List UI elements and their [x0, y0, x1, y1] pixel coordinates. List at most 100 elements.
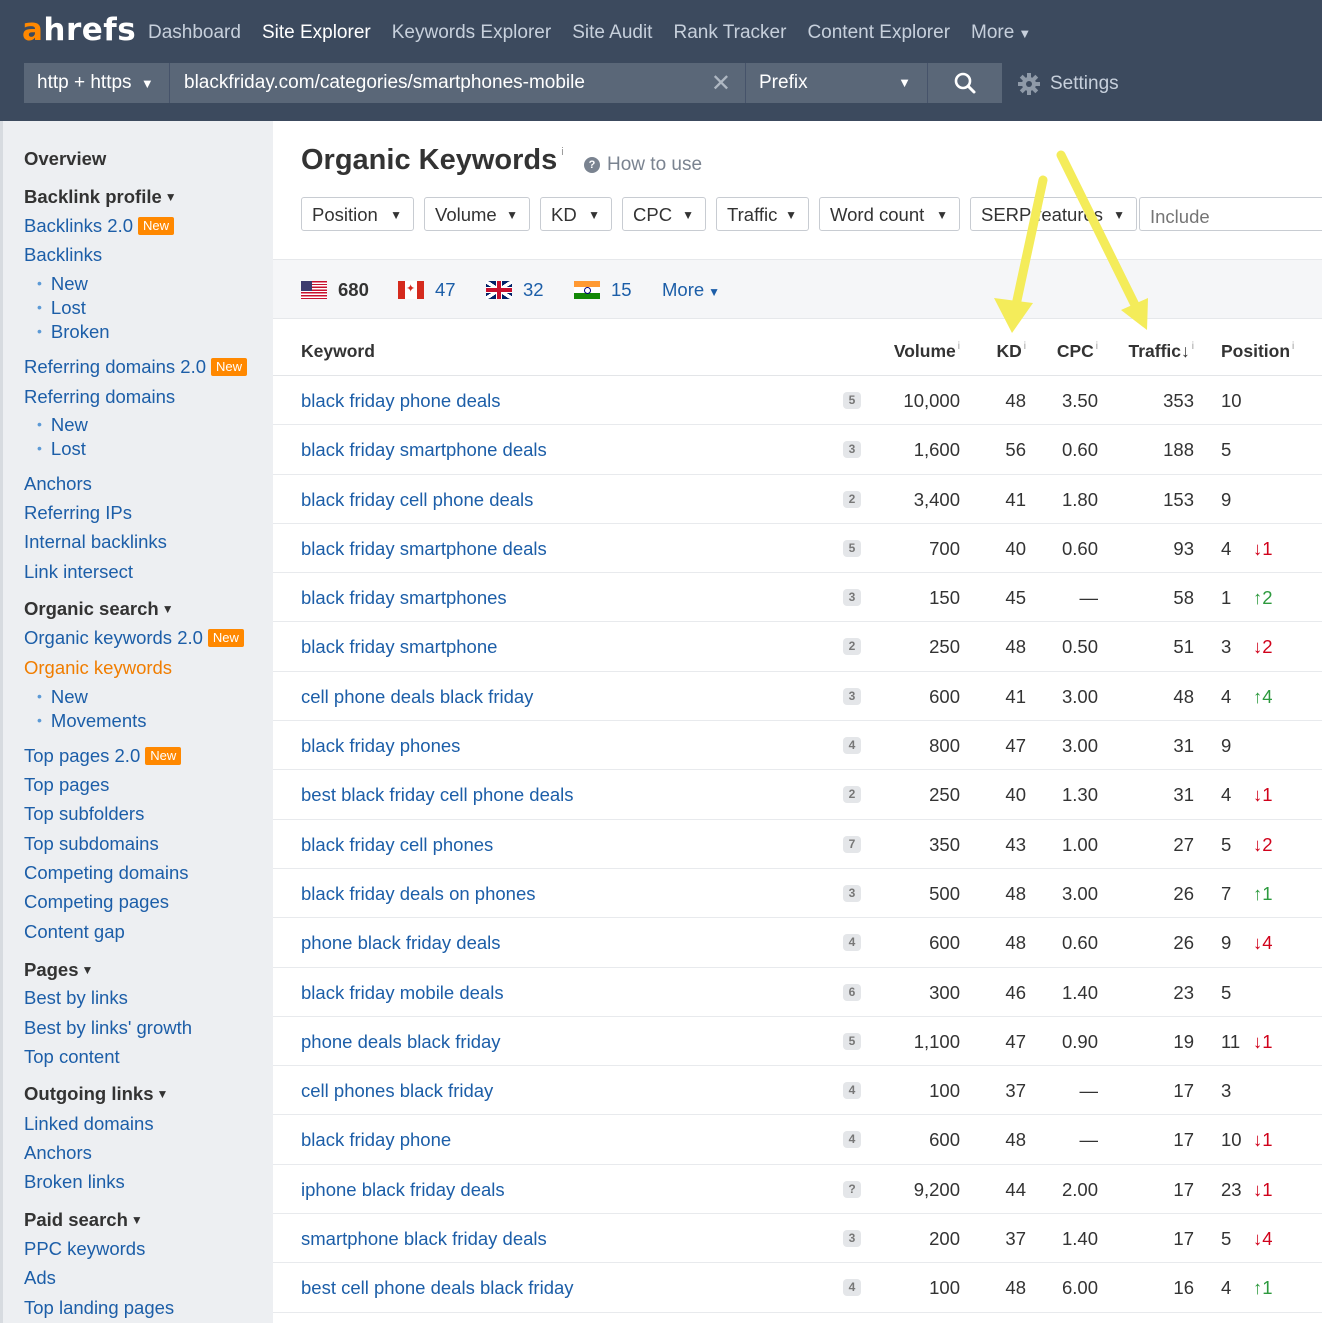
- serp-features-badge[interactable]: 3: [843, 687, 861, 705]
- keyword-link[interactable]: black friday deals on phones: [301, 883, 535, 905]
- filter-position[interactable]: Position ▼: [301, 197, 414, 231]
- sidebar-referring-ips[interactable]: Referring IPs: [24, 502, 132, 524]
- sidebar-ads[interactable]: Ads: [24, 1267, 56, 1289]
- keyword-link[interactable]: iphone black friday deals: [301, 1179, 505, 1201]
- serp-features-badge[interactable]: 6: [843, 983, 861, 1001]
- keyword-link[interactable]: cell phones black friday: [301, 1080, 493, 1102]
- more-countries-button[interactable]: More ▼: [662, 279, 720, 301]
- keyword-link[interactable]: best black friday cell phone deals: [301, 784, 574, 806]
- sidebar-paid-search[interactable]: Paid search ▼: [24, 1209, 143, 1231]
- filter-volume[interactable]: Volume ▼: [424, 197, 530, 231]
- sidebar-organic-keywords-2[interactable]: Organic keywords 2.0 New: [24, 627, 244, 649]
- serp-features-badge[interactable]: 3: [843, 589, 861, 607]
- serp-features-badge[interactable]: 3: [843, 884, 861, 902]
- sidebar-pages[interactable]: Pages ▼: [24, 959, 93, 981]
- serp-features-badge[interactable]: 5: [843, 392, 861, 409]
- info-icon[interactable]: i: [958, 341, 960, 352]
- sidebar-best-by-links[interactable]: Best by links: [24, 987, 128, 1009]
- sidebar-content-gap[interactable]: Content gap: [24, 921, 125, 943]
- info-icon[interactable]: i: [1192, 341, 1194, 352]
- sidebar-organic-keywords-new[interactable]: • New: [37, 686, 88, 708]
- column-volume[interactable]: Volume i: [894, 341, 960, 362]
- filter-serp-features[interactable]: SERP features ▼: [970, 197, 1137, 231]
- country-ca[interactable]: 47: [398, 279, 456, 301]
- nav-site-audit[interactable]: Site Audit: [572, 22, 652, 44]
- keyword-link[interactable]: smartphone black friday deals: [301, 1228, 547, 1250]
- keyword-link[interactable]: black friday smartphone deals: [301, 538, 547, 560]
- keyword-link[interactable]: black friday phone: [301, 1129, 451, 1151]
- sidebar-link-intersect[interactable]: Link intersect: [24, 561, 133, 583]
- serp-features-badge[interactable]: 5: [843, 539, 861, 557]
- sidebar-ppc-keywords[interactable]: PPC keywords: [24, 1238, 145, 1260]
- country-in[interactable]: 15: [574, 279, 632, 301]
- column-keyword[interactable]: Keyword: [301, 341, 375, 362]
- sidebar-organic-search[interactable]: Organic search ▼: [24, 598, 174, 620]
- sidebar-backlinks-broken[interactable]: • Broken: [37, 321, 110, 343]
- info-icon[interactable]: i: [1096, 341, 1098, 352]
- keyword-link[interactable]: black friday cell phones: [301, 834, 493, 856]
- sidebar-anchors[interactable]: Anchors: [24, 473, 92, 495]
- sidebar-backlinks[interactable]: Backlinks: [24, 244, 102, 266]
- info-icon[interactable]: i: [1024, 341, 1026, 352]
- how-to-use-link[interactable]: ? How to use: [584, 154, 702, 176]
- sidebar-referring-domains[interactable]: Referring domains: [24, 386, 175, 408]
- keyword-link[interactable]: best cell phone deals black friday: [301, 1277, 574, 1299]
- sidebar-internal-backlinks[interactable]: Internal backlinks: [24, 531, 167, 553]
- protocol-select[interactable]: http + https ▼: [24, 63, 170, 103]
- sidebar-refdomains-new[interactable]: • New: [37, 414, 88, 436]
- nav-rank-tracker[interactable]: Rank Tracker: [673, 22, 786, 44]
- sidebar-backlinks-2[interactable]: Backlinks 2.0 New: [24, 215, 175, 237]
- sidebar-top-subfolders[interactable]: Top subfolders: [24, 803, 144, 825]
- serp-features-badge[interactable]: 3: [843, 1230, 861, 1248]
- include-input[interactable]: [1139, 197, 1322, 231]
- sidebar-organic-keywords[interactable]: Organic keywords: [24, 657, 172, 679]
- serp-features-badge[interactable]: 4: [843, 1082, 861, 1100]
- nav-keywords-explorer[interactable]: Keywords Explorer: [392, 22, 551, 44]
- sidebar-organic-keywords-movements[interactable]: • Movements: [37, 710, 147, 732]
- keyword-link[interactable]: black friday phones: [301, 735, 460, 757]
- sidebar-refdomains-lost[interactable]: • Lost: [37, 438, 86, 460]
- serp-features-badge[interactable]: 4: [843, 1279, 861, 1297]
- keyword-link[interactable]: black friday smartphone: [301, 636, 497, 658]
- serp-features-badge[interactable]: 3: [843, 441, 861, 459]
- search-button[interactable]: [928, 63, 1002, 103]
- serp-features-badge[interactable]: 4: [843, 1131, 861, 1149]
- filter-traffic[interactable]: Traffic ▼: [716, 197, 809, 231]
- info-icon[interactable]: i: [1292, 341, 1294, 352]
- sidebar-competing-domains[interactable]: Competing domains: [24, 862, 189, 884]
- column-kd[interactable]: KD i: [996, 341, 1026, 362]
- serp-features-badge[interactable]: 2: [843, 490, 861, 508]
- url-input[interactable]: blackfriday.com/categories/smartphones-m…: [170, 63, 746, 103]
- country-us[interactable]: 680: [301, 279, 369, 301]
- keyword-link[interactable]: black friday smartphones: [301, 587, 507, 609]
- sidebar-overview[interactable]: Overview: [24, 148, 106, 170]
- ahrefs-logo[interactable]: ahrefs: [22, 12, 136, 48]
- nav-content-explorer[interactable]: Content Explorer: [807, 22, 950, 44]
- settings-button[interactable]: Settings: [1017, 72, 1119, 96]
- column-traffic[interactable]: Traffic↓ i: [1128, 341, 1194, 362]
- sidebar-referring-domains-2[interactable]: Referring domains 2.0 New: [24, 356, 248, 378]
- serp-features-badge[interactable]: 4: [843, 934, 861, 952]
- column-cpc[interactable]: CPC i: [1057, 341, 1098, 362]
- nav-site-explorer[interactable]: Site Explorer: [262, 22, 371, 44]
- sidebar-linked-domains[interactable]: Linked domains: [24, 1113, 154, 1135]
- keyword-link[interactable]: black friday cell phone deals: [301, 489, 533, 511]
- serp-features-badge[interactable]: 2: [843, 786, 861, 804]
- sidebar-outgoing-anchors[interactable]: Anchors: [24, 1142, 92, 1164]
- sidebar-competing-pages[interactable]: Competing pages: [24, 891, 169, 913]
- country-uk[interactable]: 32: [486, 279, 544, 301]
- column-position[interactable]: Position i: [1221, 341, 1294, 362]
- filter-kd[interactable]: KD ▼: [540, 197, 612, 231]
- sidebar-backlink-profile[interactable]: Backlink profile ▼: [24, 186, 177, 208]
- serp-features-badge[interactable]: 2: [843, 638, 861, 656]
- sidebar-broken-links[interactable]: Broken links: [24, 1171, 125, 1193]
- nav-dashboard[interactable]: Dashboard: [148, 22, 241, 44]
- keyword-link[interactable]: phone black friday deals: [301, 932, 501, 954]
- serp-features-badge[interactable]: 5: [843, 1032, 861, 1050]
- serp-features-badge[interactable]: 7: [843, 835, 861, 853]
- serp-features-badge[interactable]: ?: [843, 1180, 861, 1198]
- filter-cpc[interactable]: CPC ▼: [622, 197, 706, 231]
- sidebar-top-subdomains[interactable]: Top subdomains: [24, 833, 159, 855]
- sidebar-top-landing-pages[interactable]: Top landing pages: [24, 1297, 174, 1319]
- clear-icon[interactable]: ✕: [711, 69, 731, 98]
